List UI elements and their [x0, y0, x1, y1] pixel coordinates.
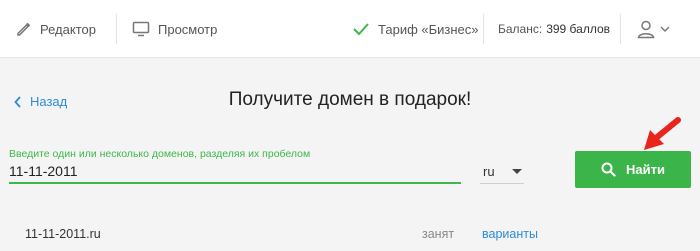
page-title: Получите домен в подарок!	[228, 89, 472, 110]
main-content: Назад Получите домен в подарок! Введите …	[0, 59, 700, 251]
annotation-arrow-icon	[644, 117, 681, 150]
pencil-icon	[17, 23, 30, 36]
result-row: 11-11-2011.ru занят варианты	[0, 224, 700, 248]
zone-select[interactable]: ru	[480, 160, 524, 184]
divider	[116, 14, 117, 44]
user-menu[interactable]	[636, 0, 678, 58]
divider	[483, 14, 484, 44]
balance-value: 399 баллов	[546, 22, 611, 36]
caret-down-icon	[512, 169, 522, 174]
search-icon	[601, 162, 616, 177]
chevron-down-icon	[660, 26, 670, 32]
tariff-label: Тариф «Бизнес»	[378, 21, 479, 37]
result-variants-link[interactable]: варианты	[482, 227, 538, 241]
find-button[interactable]: Найти	[575, 151, 691, 188]
zone-select-value: ru	[483, 164, 495, 179]
tariff-link[interactable]: Тариф «Бизнес»	[352, 0, 479, 58]
top-bar: Редактор Просмотр Тариф «Бизнес» Баланс:…	[0, 0, 700, 58]
domain-input[interactable]	[9, 160, 461, 184]
preview-tab[interactable]: Просмотр	[132, 0, 217, 58]
monitor-icon	[132, 21, 150, 37]
balance-label: Баланс:	[498, 22, 543, 36]
check-icon	[353, 23, 369, 36]
domain-input-label: Введите один или несколько доменов, разд…	[9, 148, 311, 160]
result-status: занят	[422, 227, 455, 241]
divider	[620, 14, 621, 44]
user-icon	[637, 20, 655, 39]
editor-label: Редактор	[40, 21, 96, 37]
editor-tab[interactable]: Редактор	[16, 0, 96, 58]
preview-label: Просмотр	[158, 21, 218, 37]
result-domain: 11-11-2011.ru	[25, 227, 101, 241]
find-button-label: Найти	[626, 162, 665, 177]
balance[interactable]: Баланс: 399 баллов	[498, 0, 610, 58]
